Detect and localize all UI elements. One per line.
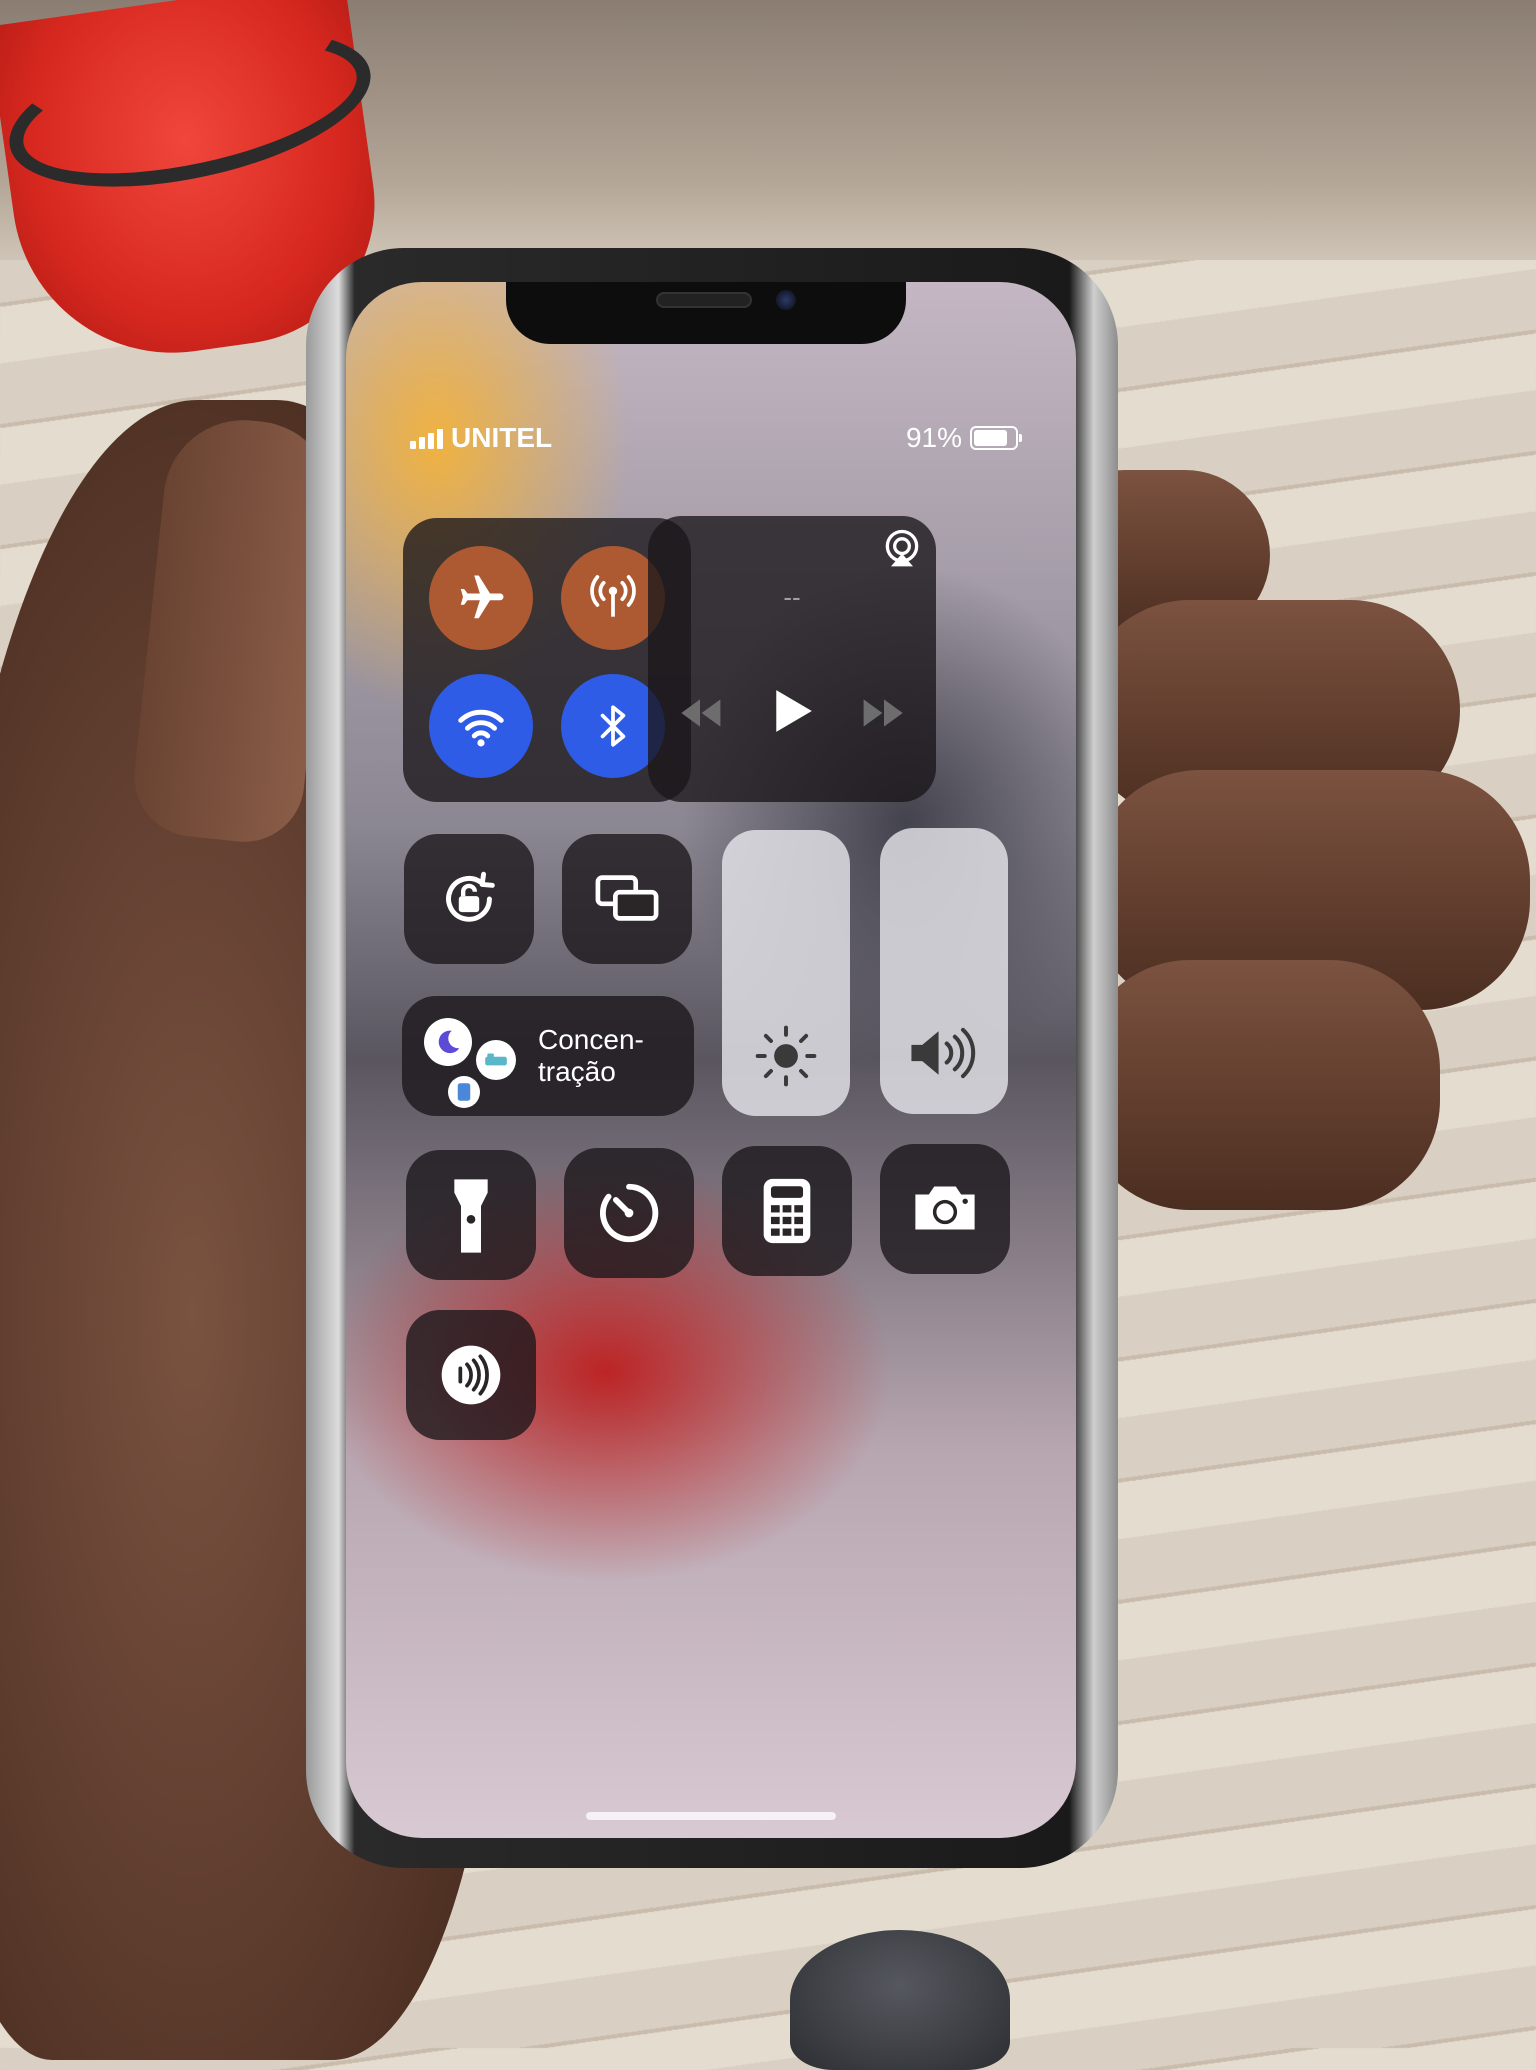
notch xyxy=(506,282,906,344)
shoe xyxy=(790,1930,1010,2070)
wifi-icon xyxy=(458,709,504,747)
speaker-icon xyxy=(911,1027,976,1079)
camera-icon xyxy=(915,1186,975,1230)
airplay-audio-icon xyxy=(885,529,919,567)
focus-module[interactable]: Concen- tração xyxy=(402,996,694,1116)
rotation-lock-button[interactable] xyxy=(404,834,534,964)
control-center: UNITEL 91% -- Concen- tração xyxy=(346,282,1076,1838)
calculator-icon xyxy=(763,1178,811,1244)
volume-slider[interactable] xyxy=(880,828,1008,1114)
status-bar-right: 91% xyxy=(905,422,1022,454)
rotation-lock-icon xyxy=(446,871,495,922)
wifi-toggle[interactable] xyxy=(429,674,533,778)
flashlight-icon xyxy=(454,1179,488,1253)
moon-icon xyxy=(424,1018,472,1066)
focus-label: Concen- tração xyxy=(538,1024,644,1087)
calculator-button[interactable] xyxy=(722,1146,852,1276)
cellular-antenna-icon xyxy=(590,575,636,617)
signal-bars-icon xyxy=(410,427,443,449)
screen-mirroring-button[interactable] xyxy=(562,834,692,964)
front-camera xyxy=(776,290,796,310)
status-bar-left: UNITEL xyxy=(410,422,552,454)
bluetooth-icon xyxy=(600,705,626,747)
play-button[interactable] xyxy=(772,688,814,739)
fast-forward-button[interactable] xyxy=(860,696,908,735)
nfc-reader-icon xyxy=(441,1345,501,1405)
sun-icon xyxy=(755,1025,817,1087)
focus-mode-icons xyxy=(424,1018,524,1108)
airplay-button[interactable] xyxy=(880,526,924,575)
nfc-reader-button[interactable] xyxy=(406,1310,536,1440)
camera-button[interactable] xyxy=(880,1144,1010,1274)
timer-icon xyxy=(599,1183,659,1243)
battery-percent: 91% xyxy=(905,422,962,453)
airplane-icon xyxy=(460,575,504,619)
home-indicator[interactable] xyxy=(586,1812,836,1820)
finger-4 xyxy=(1080,960,1440,1210)
timer-button[interactable] xyxy=(564,1148,694,1278)
rewind-button[interactable] xyxy=(676,696,724,735)
earpiece-speaker xyxy=(656,292,752,308)
screen-mirroring-icon xyxy=(595,875,659,921)
carrier-name: UNITEL xyxy=(451,422,553,453)
brightness-slider[interactable] xyxy=(722,830,850,1116)
fast-forward-icon xyxy=(863,699,903,727)
airplane-mode-toggle[interactable] xyxy=(429,546,533,650)
badge-icon xyxy=(448,1076,480,1108)
now-playing-module[interactable]: -- xyxy=(648,516,936,802)
flashlight-button[interactable] xyxy=(406,1150,536,1280)
battery-icon xyxy=(970,426,1022,450)
play-icon xyxy=(776,690,812,732)
rewind-icon xyxy=(681,699,721,727)
bed-icon xyxy=(476,1040,516,1080)
now-playing-title: -- xyxy=(783,582,801,612)
